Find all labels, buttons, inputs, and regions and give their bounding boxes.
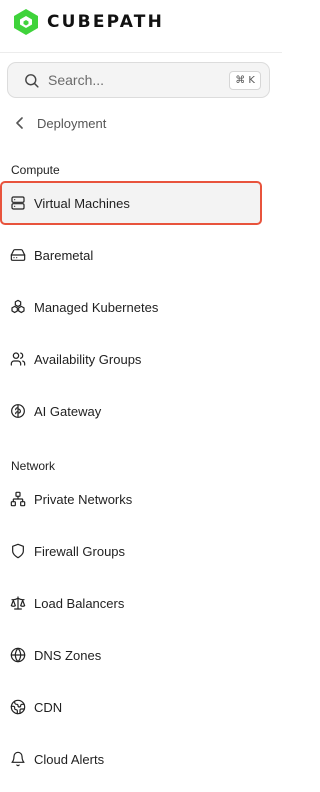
nav-item-cloud-alerts[interactable]: Cloud Alerts [0,737,262,781]
hard-drive-icon [10,249,26,261]
nav-item-cdn[interactable]: CDN [0,685,262,729]
brand-logo[interactable]: CUBEPATH [12,8,164,36]
nav-item-baremetal[interactable]: Baremetal [0,233,262,277]
brain-icon [11,404,25,418]
nav-item-ai-gateway[interactable]: AI Gateway [0,389,262,433]
boxes-icon [11,299,25,314]
search-shortcut-badge: ⌘ K [229,70,261,90]
nav-label: Managed Kubernetes [34,299,159,315]
header-divider [0,52,282,53]
search-icon [25,73,39,88]
nav-item-managed-kubernetes[interactable]: Managed Kubernetes [0,285,262,329]
cube-logo-icon [14,9,38,35]
search-placeholder: Search... [48,72,105,88]
nav-item-load-balancers[interactable]: Load Balancers [0,581,262,625]
cdn-globe-icon [10,699,26,715]
nav-label: Load Balancers [34,595,125,611]
sidebar: CUBEPATH Search... ⌘ K Deployment Comput… [0,0,282,792]
nav-item-firewall-groups[interactable]: Firewall Groups [0,529,262,573]
network-icon [10,491,26,507]
nav-label: Virtual Machines [34,195,130,211]
nav-item-virtual-machines[interactable]: Virtual Machines [0,181,262,225]
nav-label: Availability Groups [34,351,142,367]
nav-label: CDN [34,699,63,715]
chevron-left-icon [16,117,23,129]
globe-icon [10,647,26,663]
nav-label: AI Gateway [34,403,102,419]
section-title-compute: Compute [11,163,60,177]
scale-icon [10,596,26,610]
section-title-network: Network [11,459,56,473]
search-input[interactable]: Search... ⌘ K [7,62,270,98]
nav-label: Baremetal [34,247,94,263]
bell-icon [11,751,25,767]
users-icon [10,352,26,366]
back-link-label: Deployment [37,115,107,131]
nav-label: DNS Zones [34,647,102,663]
nav-item-dns-zones[interactable]: DNS Zones [0,633,262,677]
server-icon [11,196,25,210]
nav-label: Private Networks [34,491,133,507]
brand-name: CUBEPATH [47,12,165,32]
back-link[interactable]: Deployment [14,112,106,134]
nav-label: Cloud Alerts [34,751,105,767]
nav-label: Firewall Groups [34,543,126,559]
nav-item-availability-groups[interactable]: Availability Groups [0,337,262,381]
nav-item-private-networks[interactable]: Private Networks [0,477,262,521]
shield-icon [12,543,24,559]
